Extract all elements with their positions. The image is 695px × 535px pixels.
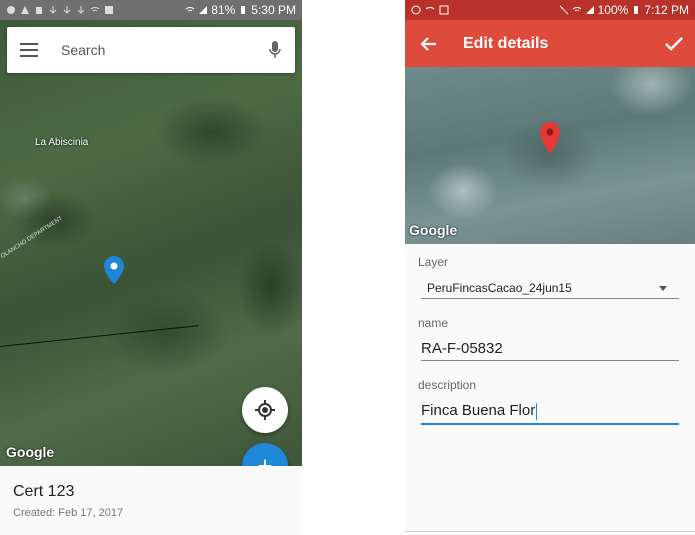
- menu-icon[interactable]: [19, 43, 39, 57]
- microphone-icon[interactable]: [269, 41, 281, 59]
- bottom-sheet[interactable]: Cert 123 Created: Feb 17, 2017: [0, 466, 302, 535]
- cell-signal-icon: [585, 6, 594, 14]
- status-bar: 81% 5:30 PM: [0, 0, 302, 20]
- name-label: name: [418, 316, 449, 330]
- wifi-signal-icon: [185, 7, 195, 12]
- wifi-signal-icon: [572, 7, 581, 12]
- warning-icon: [21, 6, 29, 14]
- description-value: Finca Buena Flor: [421, 402, 536, 419]
- map-marker-icon: [540, 122, 560, 154]
- image-icon: [439, 5, 449, 15]
- satellite-map-preview[interactable]: Google: [405, 67, 695, 244]
- toolbar-title: Edit details: [463, 34, 549, 52]
- wifi-alert-icon: [425, 7, 435, 10]
- trash-icon: [36, 7, 42, 14]
- text-cursor: [536, 402, 538, 420]
- status-bar: 100% 7:12 PM: [405, 0, 695, 20]
- wifi-icon: [90, 7, 100, 12]
- facebook-icon: [105, 6, 113, 14]
- right-phone-screen: 100% 7:12 PM Edit details Google Layer P…: [405, 0, 695, 535]
- map-region-label: OLANCHO DEPARTMENT: [0, 215, 64, 261]
- my-location-icon: [255, 400, 275, 420]
- sheet-created-date: Created: Feb 17, 2017: [13, 507, 124, 519]
- left-phone-screen: 81% 5:30 PM La Abiscinia OLANCHO DEPARTM…: [0, 0, 302, 535]
- cell-signal-icon: [199, 6, 208, 14]
- name-underline: [421, 360, 679, 361]
- description-underline: [421, 423, 679, 425]
- check-icon[interactable]: [665, 36, 683, 51]
- clock: 7:12 PM: [644, 3, 689, 17]
- app-toolbar: Edit details: [405, 20, 695, 67]
- mute-icon: [559, 5, 568, 15]
- clock: 5:30 PM: [251, 3, 296, 17]
- my-location-button[interactable]: [242, 387, 288, 433]
- search-bar: [7, 27, 295, 73]
- map-place-label: La Abiscinia: [35, 137, 89, 148]
- battery-icon: [634, 6, 639, 14]
- name-field[interactable]: RA-F-05832: [421, 340, 503, 357]
- description-label: description: [418, 378, 477, 392]
- layer-label: Layer: [418, 255, 449, 269]
- battery-icon: [241, 6, 246, 14]
- map-pin-icon[interactable]: [104, 256, 124, 284]
- description-field[interactable]: Finca Buena Flor: [421, 402, 538, 420]
- sheet-title: Cert 123: [13, 483, 75, 500]
- download-icon: [49, 6, 57, 14]
- app-notification-icon: [411, 5, 421, 15]
- back-arrow-icon[interactable]: [417, 36, 439, 52]
- google-logo: Google: [409, 222, 458, 238]
- battery-percent: 100%: [597, 3, 629, 17]
- search-input[interactable]: [59, 41, 269, 59]
- notification-icon: [7, 6, 15, 14]
- google-logo: Google: [6, 444, 55, 460]
- map-border-line: [0, 325, 200, 347]
- download-icon: [77, 6, 85, 14]
- bottom-divider: [405, 531, 695, 532]
- layer-dropdown[interactable]: PeruFincasCacao_24jun15: [427, 281, 572, 295]
- battery-percent: 81%: [211, 3, 236, 17]
- download-icon: [63, 6, 71, 14]
- dropdown-arrow-icon[interactable]: [659, 286, 667, 291]
- layer-underline: [421, 298, 679, 299]
